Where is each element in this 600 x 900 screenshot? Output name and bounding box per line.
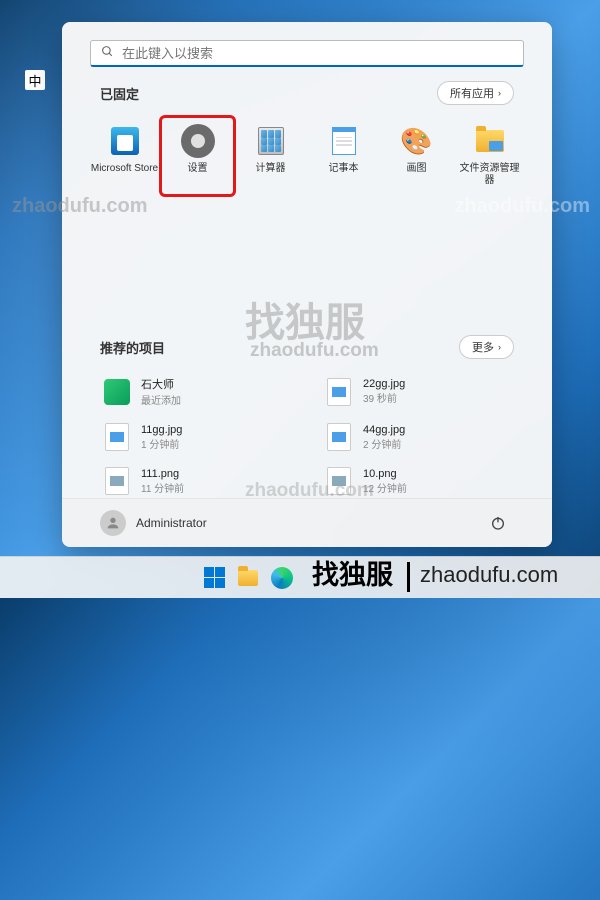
pinned-item-notepad[interactable]: 记事本	[307, 117, 380, 195]
pinned-label: 记事本	[329, 163, 359, 175]
ime-indicator[interactable]: 中	[25, 70, 45, 90]
all-apps-button[interactable]: 所有应用 ›	[437, 81, 514, 105]
pinned-label: 画图	[407, 163, 427, 175]
search-box[interactable]	[90, 40, 524, 67]
calculator-icon	[255, 125, 287, 157]
pinned-item-store[interactable]: Microsoft Store	[88, 117, 161, 195]
image-file-icon	[103, 423, 131, 451]
pinned-label: 设置	[188, 163, 208, 175]
pinned-grid: Microsoft Store 设置 计算器 记事本 🎨 画图	[62, 117, 552, 195]
image-file-icon	[325, 423, 353, 451]
pinned-title: 已固定	[100, 84, 139, 103]
image-file-icon	[325, 378, 353, 406]
chevron-right-icon: ›	[498, 342, 501, 352]
taskbar-edge[interactable]	[268, 564, 296, 592]
watermark	[407, 562, 410, 592]
chevron-right-icon: ›	[498, 88, 501, 98]
watermark: zhaodufu.com	[12, 195, 148, 218]
rec-name: 11gg.jpg	[141, 424, 182, 436]
edge-icon	[271, 567, 293, 589]
power-icon	[490, 515, 506, 531]
store-icon	[109, 125, 141, 157]
folder-icon	[238, 570, 258, 586]
recommended-item[interactable]: 石大师 最近添加	[100, 373, 292, 410]
all-apps-label: 所有应用	[450, 85, 494, 101]
folder-icon	[474, 125, 506, 157]
pinned-item-paint[interactable]: 🎨 画图	[380, 117, 453, 195]
paint-icon: 🎨	[401, 125, 433, 157]
power-button[interactable]	[482, 507, 514, 539]
user-bar: Administrator	[62, 498, 552, 547]
search-icon	[101, 45, 114, 61]
watermark: zhaodufu.com	[250, 340, 379, 362]
notepad-icon	[328, 125, 360, 157]
watermark: 找独服	[312, 553, 393, 592]
rec-name: 10.png	[363, 468, 407, 480]
rec-sub: 最近添加	[141, 392, 181, 407]
recommended-title: 推荐的项目	[100, 338, 165, 357]
recommended-item[interactable]: 44gg.jpg 2 分钟前	[322, 420, 514, 454]
pinned-header: 已固定 所有应用 ›	[62, 81, 552, 105]
username: Administrator	[136, 516, 207, 530]
pinned-label: 计算器	[256, 163, 286, 175]
more-button[interactable]: 更多 ›	[459, 335, 514, 359]
watermark: zhaodufu.com	[420, 562, 558, 588]
pinned-item-settings[interactable]: 设置	[161, 117, 234, 195]
avatar-icon	[100, 510, 126, 536]
rec-name: 111.png	[141, 468, 184, 480]
pinned-label: 文件资源管理器	[455, 163, 524, 187]
rec-name: 石大师	[141, 376, 181, 392]
settings-icon	[182, 125, 214, 157]
rec-sub: 39 秒前	[363, 390, 405, 405]
pinned-item-calculator[interactable]: 计算器	[234, 117, 307, 195]
rec-name: 22gg.jpg	[363, 378, 405, 390]
start-menu: 已固定 所有应用 › Microsoft Store 设置 计算器	[62, 22, 552, 547]
search-input[interactable]	[122, 46, 513, 61]
pinned-label: Microsoft Store	[91, 163, 158, 175]
more-label: 更多	[472, 339, 494, 355]
rec-name: 44gg.jpg	[363, 424, 405, 436]
app-icon	[103, 378, 131, 406]
watermark: zhaodufu.com	[454, 195, 590, 218]
rec-sub: 1 分钟前	[141, 436, 182, 451]
user-account-button[interactable]: Administrator	[100, 510, 207, 536]
rec-sub: 11 分钟前	[141, 480, 184, 495]
taskbar-start-button[interactable]	[200, 564, 228, 592]
watermark: zhaodufu.com	[245, 480, 374, 502]
taskbar-explorer[interactable]	[234, 564, 262, 592]
rec-sub: 2 分钟前	[363, 436, 405, 451]
recommended-item[interactable]: 22gg.jpg 39 秒前	[322, 373, 514, 410]
windows-logo-icon	[204, 567, 225, 588]
image-file-icon	[103, 467, 131, 495]
recommended-item[interactable]: 11gg.jpg 1 分钟前	[100, 420, 292, 454]
pinned-item-explorer[interactable]: 文件资源管理器	[453, 117, 526, 195]
